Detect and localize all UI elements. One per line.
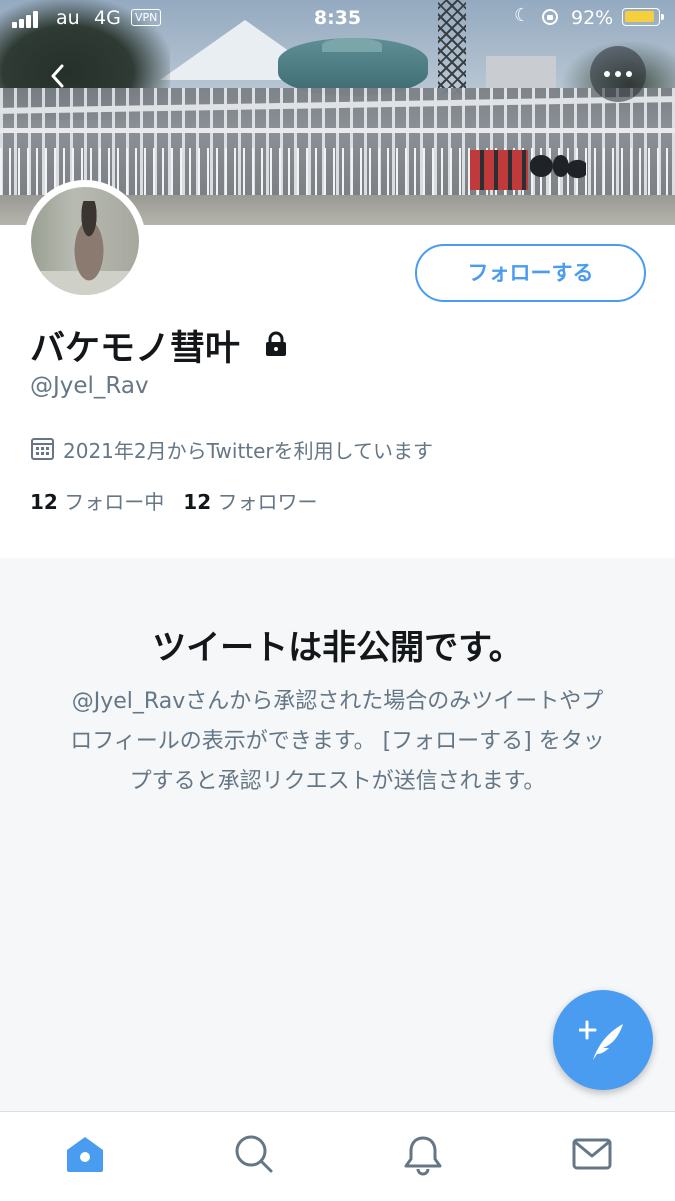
more-options-button[interactable]	[590, 46, 646, 102]
lock-icon	[266, 331, 286, 356]
profile-avatar[interactable]	[24, 180, 146, 302]
banner-rail	[0, 128, 675, 133]
more-horizontal-icon	[604, 71, 610, 77]
calendar-icon	[31, 438, 54, 460]
joined-date: 2021年2月からTwitterを利用しています	[63, 439, 434, 463]
notifications-icon	[404, 1136, 442, 1176]
tab-notifications[interactable]	[401, 1132, 445, 1176]
following-count: 12	[30, 490, 58, 514]
home-icon	[67, 1137, 103, 1172]
tab-home[interactable]	[63, 1132, 107, 1176]
battery-percent: 92%	[571, 7, 614, 29]
tab-search[interactable]	[232, 1132, 276, 1176]
status-bar: au 4G VPN 8:35 ☾ 92%	[0, 0, 675, 38]
battery-fill	[625, 11, 654, 22]
display-name: バケモノ彗叶	[30, 329, 241, 369]
private-notice-description: @Jyel_Ravさんから承認された場合のみツイートやプロフィールの表示ができま…	[70, 689, 605, 794]
banner-posters	[470, 150, 528, 190]
moon-icon: ☾	[514, 5, 531, 26]
followers-count: 12	[183, 490, 212, 514]
following-link[interactable]: 12 フォロー中	[30, 490, 164, 514]
compose-tweet-icon	[579, 1020, 623, 1060]
more-horizontal-icon	[626, 71, 632, 77]
battery-icon	[622, 8, 664, 26]
chevron-left-icon	[51, 64, 64, 88]
back-button[interactable]	[30, 46, 88, 104]
follow-button[interactable]: フォローする	[415, 244, 646, 302]
more-horizontal-icon	[615, 71, 621, 77]
banner-ride-top	[322, 38, 382, 52]
follow-stats: 12 フォロー中 12 フォロワー	[30, 486, 317, 515]
messages-icon	[572, 1138, 612, 1170]
following-label: フォロー中	[64, 490, 165, 514]
followers-link[interactable]: 12 フォロワー	[183, 490, 317, 514]
user-handle: @Jyel_Rav	[30, 373, 149, 399]
banner-people	[530, 148, 586, 208]
followers-label: フォロワー	[217, 490, 318, 514]
private-notice-title: ツイートは非公開です。	[152, 628, 523, 668]
tab-bar	[0, 1111, 675, 1201]
tab-messages[interactable]	[570, 1132, 614, 1176]
search-icon	[235, 1135, 273, 1173]
rotation-lock-icon	[542, 9, 558, 25]
avatar-figure	[65, 201, 113, 281]
avatar-image	[31, 187, 139, 295]
compose-tweet-button[interactable]	[553, 990, 653, 1090]
